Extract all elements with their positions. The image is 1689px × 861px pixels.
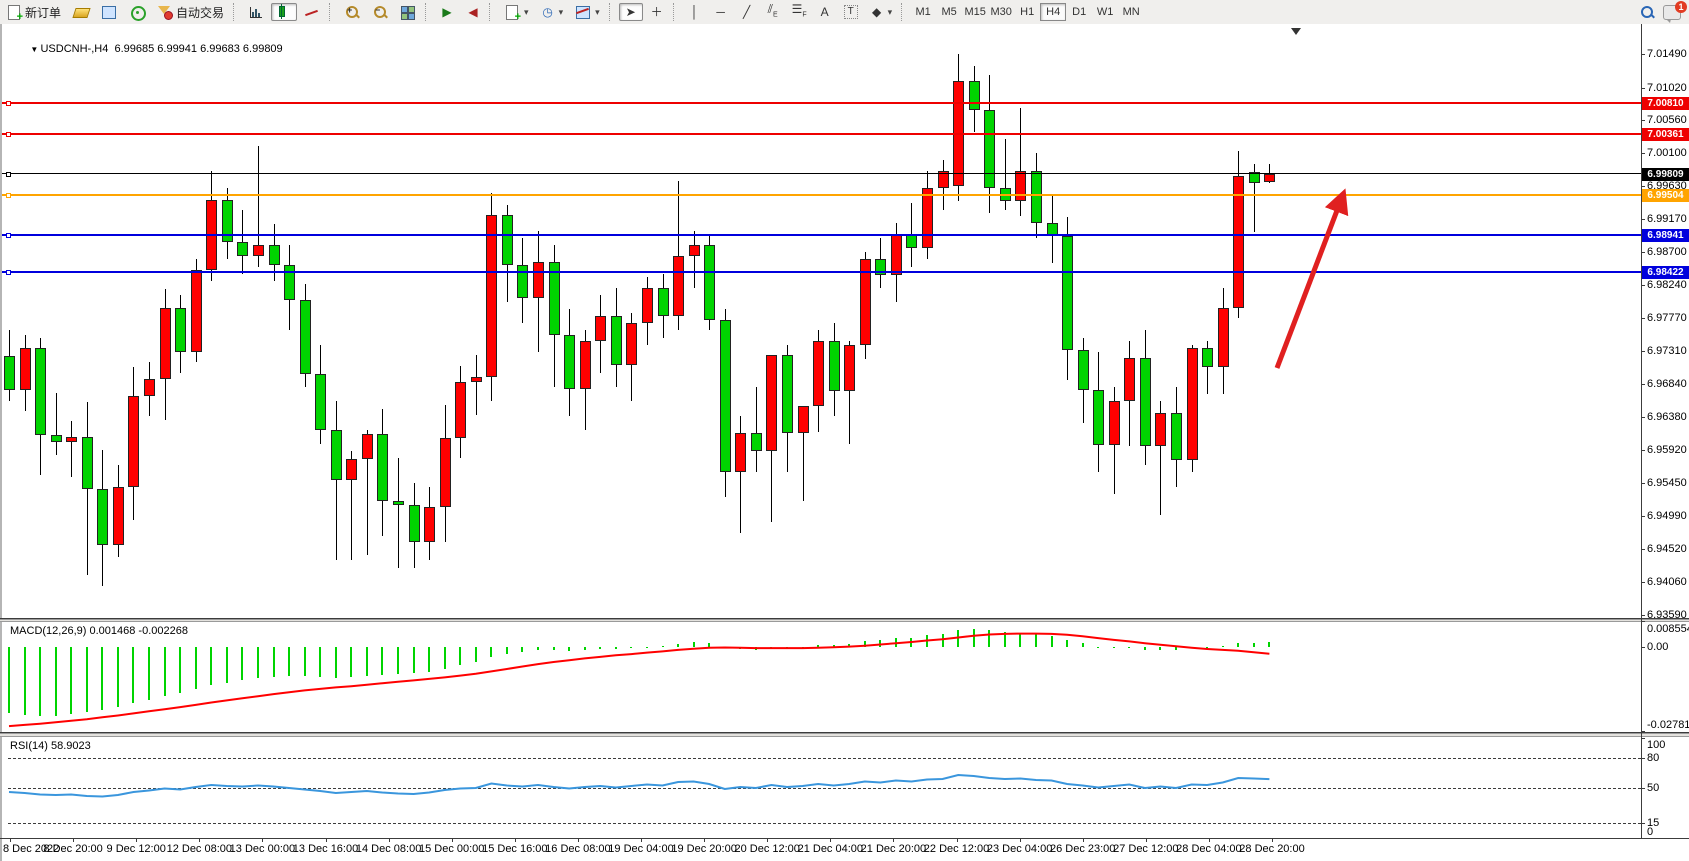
terminal-window: + 新订单 自动交易 + − ▶ ◀ +▾ ◷▾ ▾ ➤ ＋ │ ─ ╱ ⫽E … [0, 0, 1689, 861]
indicator-lines-svg [0, 0, 1689, 861]
up-arrow-annotation[interactable] [1277, 200, 1341, 368]
macd-signal-line [9, 634, 1269, 727]
rsi-line [9, 775, 1269, 797]
